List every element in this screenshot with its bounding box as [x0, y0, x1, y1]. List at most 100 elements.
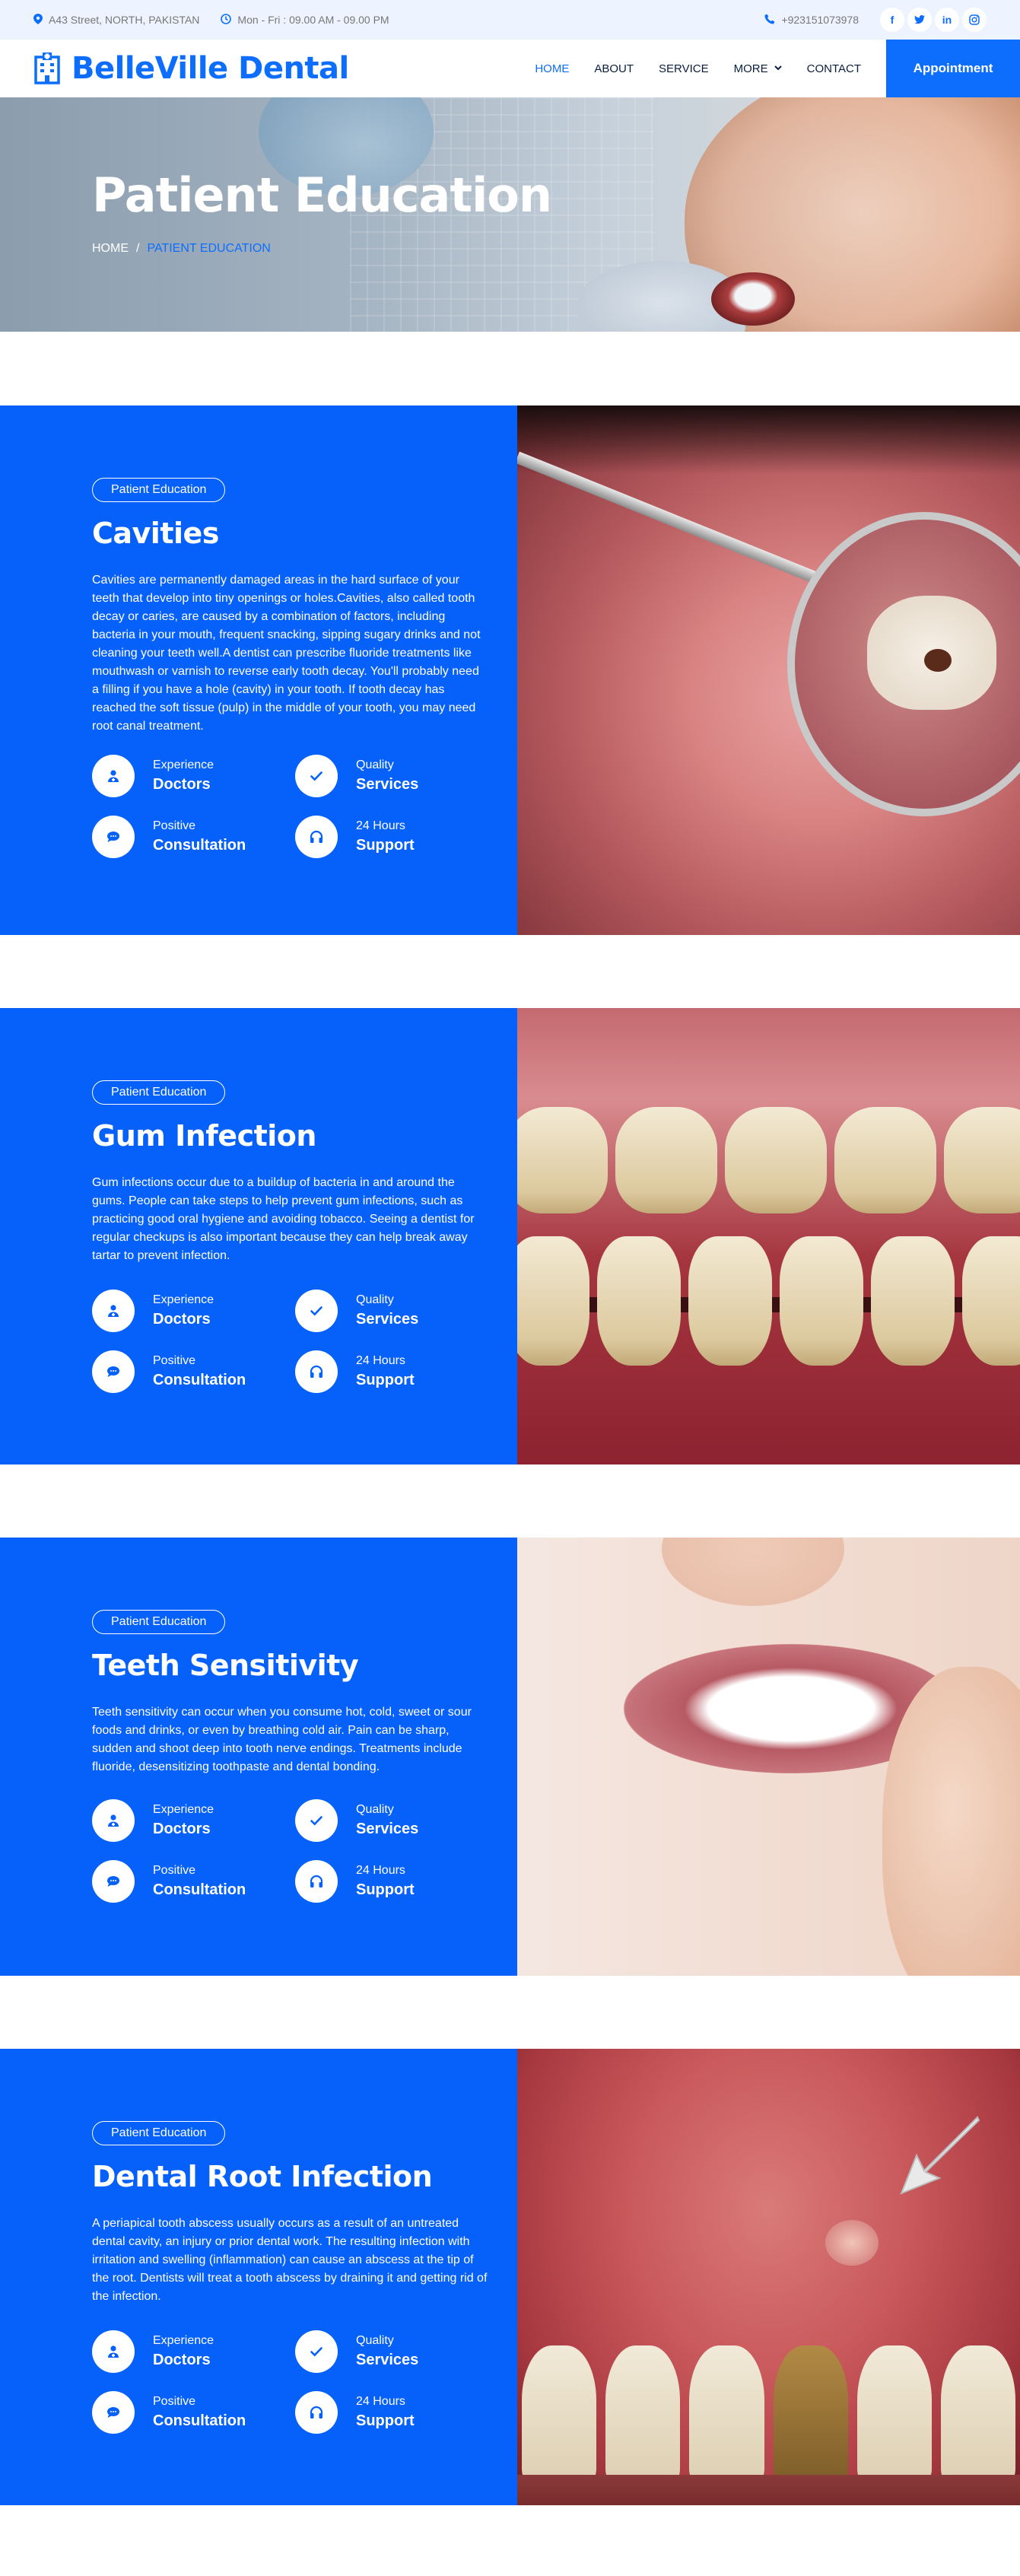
section-text-panel: Patient Education Teeth Sensitivity Teeth … [0, 1538, 517, 1976]
feature-label-bottom: Services [356, 2352, 419, 2368]
appointment-button[interactable]: Appointment [886, 40, 1020, 97]
feature-label-top: Quality [356, 1803, 394, 1816]
feature-item: 24 Hours Support [295, 1350, 415, 1393]
feature-item: Experience Doctors [92, 1290, 214, 1332]
section-tag: Patient Education [92, 478, 226, 502]
feature-item: Experience Doctors [92, 755, 214, 797]
user-md-icon [92, 755, 135, 797]
feature-label-top: Quality [356, 758, 394, 771]
feature-label-bottom: Consultation [153, 1881, 246, 1898]
linkedin-icon[interactable]: in [935, 8, 959, 32]
section-image-panel [517, 1538, 1020, 1976]
hours-info: Mon - Fri : 09.00 AM - 09.00 PM [221, 13, 389, 27]
brand-logo[interactable]: BelleVille Dental [33, 51, 349, 86]
teeth-sensitivity-photo [517, 1538, 1020, 1976]
section-description: A periapical tooth abscess usually occur… [92, 2217, 488, 2303]
nav-contact[interactable]: CONTACT [807, 62, 861, 75]
feature-label-bottom: Consultation [153, 1372, 246, 1388]
feature-label-top: Experience [153, 1293, 214, 1306]
feature-label-bottom: Doctors [153, 1311, 211, 1328]
brand-name: BelleVille Dental [71, 51, 349, 86]
feature-label-bottom: Support [356, 837, 415, 854]
feature-label-top: 24 Hours [356, 1354, 405, 1367]
feature-label-top: Positive [153, 1864, 196, 1877]
phone-text: +923151073978 [781, 14, 859, 26]
check-icon [295, 1799, 338, 1842]
feature-label-bottom: Support [356, 1881, 415, 1898]
education-section: Patient Education Cavities Cavities are pe… [0, 405, 1020, 935]
nav-links: HOME ABOUT SERVICE MORE CONTACT Appointm… [535, 40, 1020, 97]
feature-label-bottom: Doctors [153, 1821, 211, 1837]
hospital-icon [34, 52, 60, 84]
section-description: Teeth sensitivity can occur when you con… [92, 1706, 472, 1773]
page-title: Patient Education [92, 167, 552, 223]
feature-label-top: 24 Hours [356, 2395, 405, 2408]
address-info: A43 Street, NORTH, PAKISTAN [33, 13, 199, 27]
feature-item: Quality Services [295, 1290, 418, 1332]
comment-icon [92, 1860, 135, 1903]
check-icon [295, 1290, 338, 1332]
nav-more[interactable]: MORE [734, 62, 782, 75]
facebook-icon[interactable]: f [880, 8, 904, 32]
breadcrumb-home[interactable]: HOME [92, 242, 129, 256]
headphones-icon [295, 2391, 338, 2434]
feature-item: Quality Services [295, 1799, 418, 1842]
comment-icon [92, 2391, 135, 2434]
instagram-icon[interactable] [962, 8, 987, 32]
section-text-panel: Patient Education Dental Root Infection A … [0, 2049, 517, 2505]
feature-label-bottom: Services [356, 776, 419, 793]
feature-item: 24 Hours Support [295, 816, 415, 858]
section-title: Dental Root Infection [92, 2160, 433, 2193]
cavity-photo [517, 405, 1020, 935]
nav-about[interactable]: ABOUT [594, 62, 634, 75]
section-image-panel [517, 2049, 1020, 2505]
feature-label-top: Positive [153, 2395, 196, 2408]
section-image-panel [517, 405, 1020, 935]
twitter-icon[interactable] [907, 8, 932, 32]
top-bar: A43 Street, NORTH, PAKISTAN Mon - Fri : … [0, 0, 1020, 40]
feature-label-bottom: Services [356, 1311, 419, 1328]
user-md-icon [92, 2330, 135, 2373]
feature-item: Experience Doctors [92, 1799, 214, 1842]
section-title: Cavities [92, 517, 219, 550]
education-section: Patient Education Dental Root Infection A … [0, 2049, 1020, 2505]
feature-item: 24 Hours Support [295, 2391, 415, 2434]
feature-label-bottom: Consultation [153, 837, 246, 854]
comment-icon [92, 816, 135, 858]
section-title: Teeth Sensitivity [92, 1649, 359, 1682]
feature-label-top: Experience [153, 758, 214, 771]
phone-icon [764, 14, 775, 27]
headphones-icon [295, 1860, 338, 1903]
feature-label-top: 24 Hours [356, 819, 405, 832]
feature-item: Positive Consultation [92, 816, 246, 858]
feature-label-bottom: Services [356, 1821, 419, 1837]
breadcrumb-current: PATIENT EDUCATION [147, 242, 271, 255]
feature-label-bottom: Doctors [153, 2352, 211, 2368]
nav-service[interactable]: SERVICE [659, 62, 709, 75]
nav-home[interactable]: HOME [535, 62, 569, 75]
section-description: Cavities are permanently damaged areas i… [92, 574, 481, 733]
user-md-icon [92, 1290, 135, 1332]
chevron-down-icon [774, 65, 782, 73]
section-image-panel [517, 1008, 1020, 1465]
gum-infection-photo [517, 1008, 1020, 1465]
feature-item: Positive Consultation [92, 1860, 246, 1903]
user-md-icon [92, 1799, 135, 1842]
feature-item: Positive Consultation [92, 1350, 246, 1393]
section-tag: Patient Education [92, 1610, 226, 1634]
feature-label-top: Positive [153, 1354, 196, 1367]
feature-label-top: Experience [153, 2334, 214, 2347]
section-text-panel: Patient Education Gum Infection Gum infect… [0, 1008, 517, 1465]
section-tag: Patient Education [92, 1080, 226, 1105]
hero-banner: Patient Education HOME / PATIENT EDUCATI… [0, 97, 1020, 332]
headphones-icon [295, 816, 338, 858]
feature-label-top: Positive [153, 819, 196, 832]
education-section: Patient Education Gum Infection Gum infect… [0, 1008, 1020, 1465]
feature-item: Quality Services [295, 755, 418, 797]
phone-info[interactable]: +923151073978 [764, 14, 859, 27]
feature-item: 24 Hours Support [295, 1860, 415, 1903]
section-title: Gum Infection [92, 1119, 316, 1153]
feature-label-bottom: Doctors [153, 776, 211, 793]
map-marker-icon [33, 13, 43, 27]
section-tag: Patient Education [92, 2121, 226, 2145]
